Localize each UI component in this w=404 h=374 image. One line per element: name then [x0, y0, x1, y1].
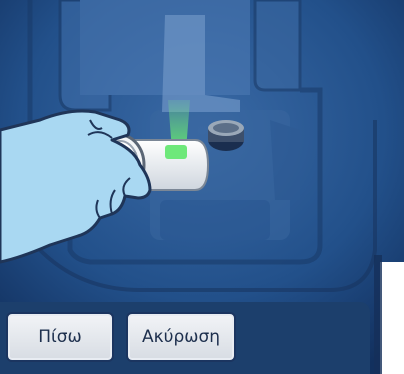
instruction-screen: Πίσω Ακύρωση	[0, 0, 404, 374]
round-port	[208, 120, 244, 151]
cancel-button[interactable]: Ακύρωση	[126, 312, 236, 362]
button-bar: Πίσω Ακύρωση	[0, 302, 370, 374]
cartridge-indicator-light	[165, 145, 187, 159]
outer-margin	[380, 262, 404, 374]
back-button[interactable]: Πίσω	[6, 312, 114, 362]
